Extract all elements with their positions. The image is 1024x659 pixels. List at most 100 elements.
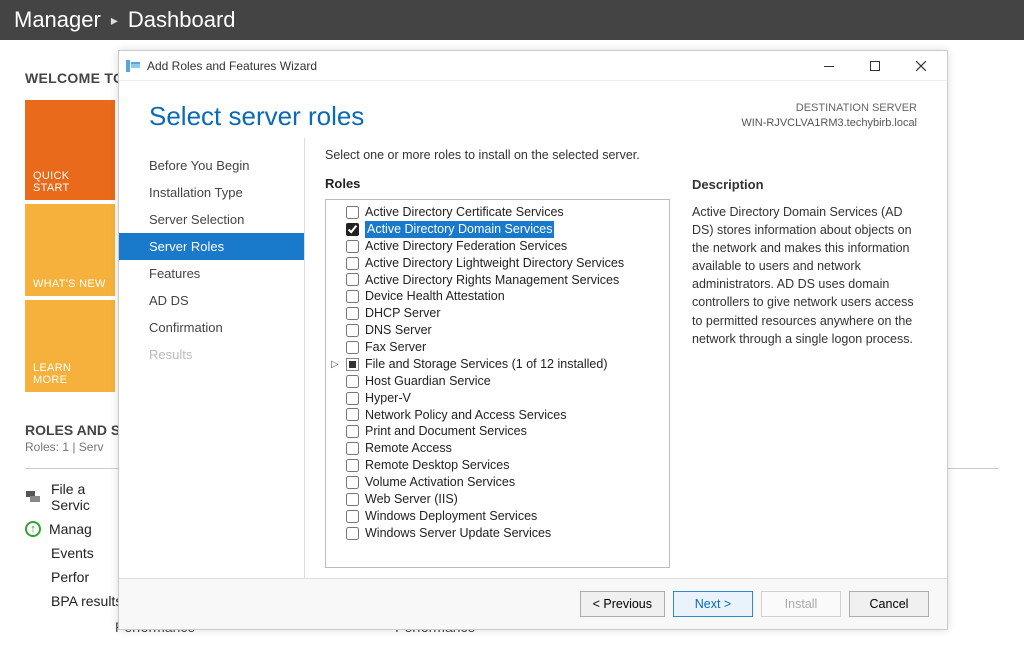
role-checkbox[interactable] <box>346 223 359 236</box>
role-label: DHCP Server <box>365 305 440 322</box>
role-row[interactable]: Print and Document Services <box>328 423 667 440</box>
next-button[interactable]: Next > <box>673 591 753 617</box>
wizard-nav-item[interactable]: Confirmation <box>119 314 304 341</box>
storage-icon <box>25 488 43 506</box>
role-checkbox[interactable] <box>346 240 359 253</box>
role-row[interactable]: ▷ File and Storage Services (1 of 12 inst… <box>328 356 667 373</box>
role-label: Remote Desktop Services <box>365 457 510 474</box>
role-row[interactable]: Fax Server <box>328 339 667 356</box>
wizard-instruction: Select one or more roles to install on t… <box>325 148 927 162</box>
role-row[interactable]: Active Directory Lightweight Directory S… <box>328 255 667 272</box>
add-roles-wizard-window: Add Roles and Features Wizard Select ser… <box>118 50 948 630</box>
wizard-icon <box>125 58 141 74</box>
role-label: Hyper-V <box>365 390 411 407</box>
role-checkbox[interactable] <box>346 459 359 472</box>
role-row[interactable]: Remote Access <box>328 440 667 457</box>
role-label: Volume Activation Services <box>365 474 515 491</box>
role-row[interactable]: Active Directory Domain Services <box>328 221 667 238</box>
description-heading: Description <box>692 176 927 195</box>
role-checkbox[interactable] <box>346 257 359 270</box>
role-label: Active Directory Federation Services <box>365 238 567 255</box>
role-label: DNS Server <box>365 322 432 339</box>
chevron-right-icon: ▸ <box>111 12 118 29</box>
role-row[interactable]: Network Policy and Access Services <box>328 407 667 424</box>
wizard-heading: Select server roles <box>149 101 741 132</box>
role-label: Active Directory Rights Management Servi… <box>365 272 619 289</box>
wizard-nav-item[interactable]: Before You Begin <box>119 152 304 179</box>
wizard-footer: < Previous Next > Install Cancel <box>119 578 947 629</box>
role-checkbox[interactable] <box>346 206 359 219</box>
arrow-up-icon: ↑ <box>25 521 41 537</box>
role-label: Fax Server <box>365 339 426 356</box>
role-checkbox[interactable] <box>346 307 359 320</box>
role-checkbox[interactable] <box>346 408 359 421</box>
role-checkbox[interactable] <box>346 290 359 303</box>
role-checkbox[interactable] <box>346 527 359 540</box>
cancel-button[interactable]: Cancel <box>849 591 929 617</box>
role-checkbox[interactable] <box>346 425 359 438</box>
destination-server-block: DESTINATION SERVER WIN-RJVCLVA1RM3.techy… <box>741 101 917 132</box>
wizard-nav-item[interactable]: Server Selection <box>119 206 304 233</box>
chevron-right-icon[interactable]: ▷ <box>331 358 339 372</box>
wizard-titlebar: Add Roles and Features Wizard <box>119 51 947 81</box>
role-label: Windows Deployment Services <box>365 508 537 525</box>
role-row[interactable]: Device Health Attestation <box>328 288 667 305</box>
description-text: Active Directory Domain Services (AD DS)… <box>692 203 927 348</box>
minimize-button[interactable] <box>809 53 849 79</box>
role-row[interactable]: DHCP Server <box>328 305 667 322</box>
role-label: Active Directory Certificate Services <box>365 204 564 221</box>
role-row[interactable]: Active Directory Certificate Services <box>328 204 667 221</box>
roles-listbox[interactable]: Active Directory Certificate ServicesAct… <box>325 199 670 568</box>
server-manager-titlebar: Manager ▸ Dashboard <box>0 0 1024 40</box>
role-checkbox[interactable] <box>346 375 359 388</box>
role-row[interactable]: Active Directory Federation Services <box>328 238 667 255</box>
maximize-button[interactable] <box>855 53 895 79</box>
role-row[interactable]: DNS Server <box>328 322 667 339</box>
role-checkbox[interactable] <box>346 392 359 405</box>
breadcrumb-root[interactable]: Manager <box>14 7 101 33</box>
role-label: Remote Access <box>365 440 452 457</box>
wizard-title: Add Roles and Features Wizard <box>147 59 317 73</box>
role-row[interactable]: Web Server (IIS) <box>328 491 667 508</box>
wizard-nav-item: Results <box>119 341 304 368</box>
install-button[interactable]: Install <box>761 591 841 617</box>
tile-quick-start[interactable]: QUICK START <box>25 100 115 200</box>
role-label: Device Health Attestation <box>365 288 505 305</box>
role-row[interactable]: Remote Desktop Services <box>328 457 667 474</box>
tile-learn-more[interactable]: LEARN MORE <box>25 300 115 392</box>
role-label: Print and Document Services <box>365 423 527 440</box>
wizard-nav: Before You BeginInstallation TypeServer … <box>119 138 304 578</box>
roles-column-heading: Roles <box>325 176 670 191</box>
role-checkbox[interactable] <box>346 341 359 354</box>
close-button[interactable] <box>901 53 941 79</box>
previous-button[interactable]: < Previous <box>580 591 665 617</box>
role-label: File and Storage Services (1 of 12 insta… <box>365 356 608 373</box>
destination-label: DESTINATION SERVER <box>741 101 917 116</box>
role-checkbox[interactable] <box>346 510 359 523</box>
role-label: Host Guardian Service <box>365 373 491 390</box>
role-checkbox[interactable] <box>346 324 359 337</box>
role-row[interactable]: Windows Server Update Services <box>328 525 667 542</box>
wizard-nav-item[interactable]: AD DS <box>119 287 304 314</box>
role-checkbox[interactable] <box>346 493 359 506</box>
role-label: Windows Server Update Services <box>365 525 551 542</box>
role-row[interactable]: Windows Deployment Services <box>328 508 667 525</box>
role-checkbox[interactable] <box>346 273 359 286</box>
role-label: Active Directory Domain Services <box>365 221 554 238</box>
role-row[interactable]: Hyper-V <box>328 390 667 407</box>
role-row[interactable]: Volume Activation Services <box>328 474 667 491</box>
breadcrumb-dashboard[interactable]: Dashboard <box>128 7 236 33</box>
wizard-nav-item[interactable]: Installation Type <box>119 179 304 206</box>
role-label: Active Directory Lightweight Directory S… <box>365 255 624 272</box>
tile-whats-new[interactable]: WHAT'S NEW <box>25 204 115 296</box>
destination-server-name: WIN-RJVCLVA1RM3.techybirb.local <box>741 116 917 131</box>
wizard-nav-item[interactable]: Server Roles <box>119 233 304 260</box>
role-checkbox[interactable] <box>346 476 359 489</box>
role-row[interactable]: Host Guardian Service <box>328 373 667 390</box>
role-row[interactable]: Active Directory Rights Management Servi… <box>328 272 667 289</box>
role-checkbox[interactable] <box>346 358 359 371</box>
role-checkbox[interactable] <box>346 442 359 455</box>
role-label: Web Server (IIS) <box>365 491 458 508</box>
wizard-nav-item[interactable]: Features <box>119 260 304 287</box>
role-label: Network Policy and Access Services <box>365 407 566 424</box>
